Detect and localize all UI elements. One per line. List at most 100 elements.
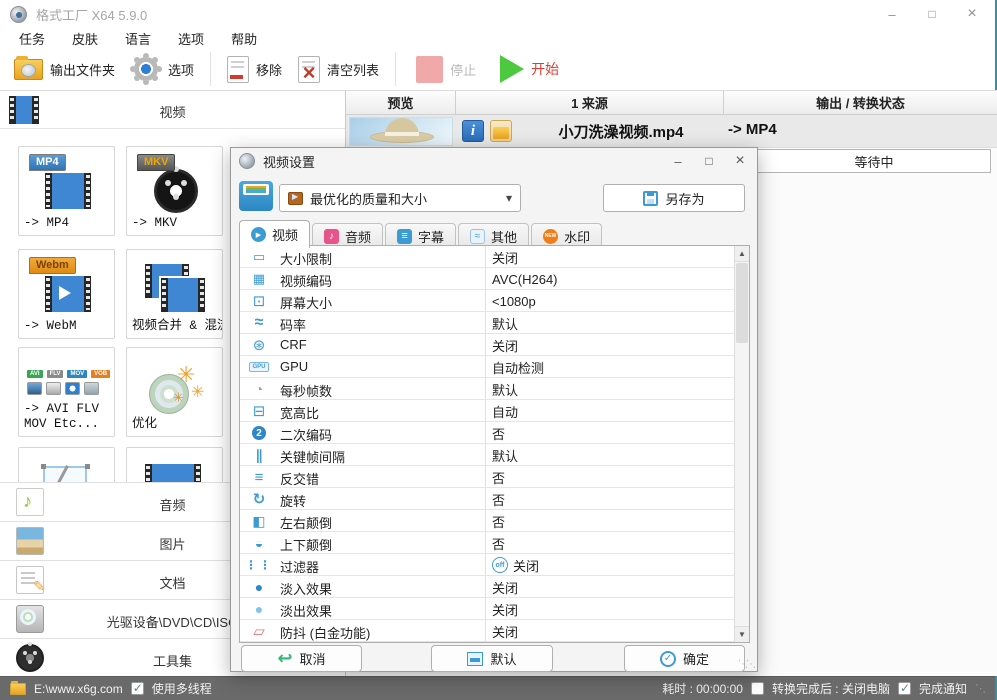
close-icon[interactable] — [959, 4, 985, 24]
waves-icon — [240, 312, 278, 334]
setting-row-flip-horizontal[interactable]: 左右颠倒 否 — [240, 510, 749, 532]
clear-list-label: 清空列表 — [327, 62, 380, 78]
card-to-mkv[interactable]: MKV -> MKV — [126, 146, 223, 236]
dialog-maximize-icon[interactable] — [700, 153, 718, 169]
setting-label: 屏幕大小 — [280, 296, 333, 311]
card-video-merge[interactable]: 视频合并 & 混流 — [126, 249, 223, 339]
setting-row-two-pass[interactable]: 二次编码 否 — [240, 422, 749, 444]
chevron-down-icon — [506, 189, 512, 207]
default-button[interactable]: 默认 — [431, 645, 553, 672]
setting-row-screen-size[interactable]: 屏幕大小 <1080p — [240, 290, 749, 312]
column-preview[interactable]: 预览 — [346, 91, 456, 114]
column-output-status[interactable]: 输出 / 转换状态 — [724, 91, 997, 114]
setting-row-deinterlace[interactable]: 反交错 否 — [240, 466, 749, 488]
quality-profile-select[interactable]: 最优化的质量和大小 — [279, 184, 521, 212]
output-folder-button[interactable]: 输出文件夹 — [10, 51, 119, 87]
avi-badge: AVI — [27, 370, 43, 378]
ok-button[interactable]: 确定 — [624, 645, 745, 672]
menu-help[interactable]: 帮助 — [231, 29, 257, 48]
setting-row-aspect-ratio[interactable]: 宽高比 自动 — [240, 400, 749, 422]
card-to-mp4[interactable]: MP4 -> MP4 — [18, 146, 115, 236]
scrollbar-thumb[interactable] — [736, 263, 748, 343]
dialog-resize-grip[interactable] — [738, 659, 754, 670]
card-to-avi-flv-mov[interactable]: AVI FLV MOV VOB -> AVI FLV MOV Etc... — [18, 347, 115, 437]
card-label: -> WebM — [24, 319, 77, 334]
card-optimize[interactable]: ✳ ✳ ✳ 优化 — [126, 347, 223, 437]
setting-row-bitrate[interactable]: 码率 默认 — [240, 312, 749, 334]
shutdown-checkbox[interactable] — [750, 682, 764, 695]
notify-checkbox[interactable] — [897, 681, 911, 695]
queue-row[interactable]: i 小刀洗澡视频.mp4 -> MP4 — [346, 115, 997, 148]
column-source[interactable]: 1 来源 — [456, 91, 724, 114]
card-partial[interactable] — [18, 447, 115, 482]
setting-row-crf[interactable]: CRF 关闭 — [240, 334, 749, 356]
setting-label: 关键帧间隔 — [280, 450, 346, 465]
media-info-icon[interactable]: i — [462, 120, 484, 142]
stabilizer-icon — [240, 620, 278, 642]
tab-label: 水印 — [564, 229, 591, 245]
thumbnail-hat-shape — [385, 132, 419, 136]
folder-icon — [14, 55, 43, 80]
setting-value: 默认 — [492, 316, 519, 332]
preview-thumbnail[interactable] — [349, 117, 453, 146]
setting-label: 大小限制 — [280, 252, 333, 267]
scrollbar[interactable] — [734, 246, 749, 642]
tab-video[interactable]: 视频 — [239, 220, 311, 248]
title-bar: 格式工厂 X64 5.9.0 — [0, 0, 995, 28]
setting-row-flip-vertical[interactable]: 上下颠倒 否 — [240, 532, 749, 554]
open-folder-icon[interactable] — [490, 120, 512, 142]
setting-row-video-encoder[interactable]: 视频编码 AVC(H264) — [240, 268, 749, 290]
status-badge: 等待中 — [757, 149, 991, 173]
setting-row-fade-in[interactable]: 淡入效果 关闭 — [240, 576, 749, 598]
setting-value: 否 — [492, 514, 506, 530]
queue-header: 预览 1 来源 输出 / 转换状态 — [346, 91, 997, 115]
setting-row-keyframe-interval[interactable]: 关键帧间隔 默认 — [240, 444, 749, 466]
maximize-icon[interactable] — [919, 4, 945, 24]
setting-row-fps[interactable]: 每秒帧数 默认 — [240, 378, 749, 400]
menu-skin[interactable]: 皮肤 — [72, 29, 98, 48]
sidebar-header-video[interactable]: 视频 — [0, 91, 345, 129]
menu-task[interactable]: 任务 — [19, 29, 45, 48]
setting-value: 否 — [492, 536, 506, 552]
toolbar-separator — [395, 52, 397, 86]
mp4-badge: MP4 — [29, 154, 66, 171]
ruler-icon — [240, 246, 278, 268]
save-as-button[interactable]: 另存为 — [603, 184, 745, 212]
tab-label: 其他 — [491, 229, 518, 245]
setting-row-fade-out[interactable]: 淡出效果 关闭 — [240, 598, 749, 620]
clear-list-button[interactable]: 清空列表 — [294, 51, 383, 87]
card-to-webm[interactable]: Webm -> WebM — [18, 249, 115, 339]
setting-row-filter[interactable]: 过滤器 关闭 — [240, 554, 749, 576]
menu-language[interactable]: 语言 — [125, 29, 151, 48]
menu-options[interactable]: 选项 — [178, 29, 204, 48]
scroll-up-icon[interactable] — [735, 246, 749, 262]
cancel-button[interactable]: 取消 — [241, 645, 362, 672]
stop-button[interactable]: 停止 — [412, 51, 480, 87]
setting-value: 否 — [492, 426, 506, 442]
setting-label: 淡出效果 — [280, 604, 333, 619]
dialog-close-icon[interactable] — [731, 153, 749, 169]
crf-icon — [240, 334, 278, 356]
card-label: -> MP4 — [24, 216, 70, 231]
vob-badge: VOB — [91, 370, 111, 378]
remove-button[interactable]: 移除 — [223, 51, 286, 87]
scroll-down-icon[interactable] — [735, 626, 749, 642]
multithread-checkbox[interactable] — [130, 681, 144, 695]
dialog-minimize-icon[interactable] — [669, 153, 687, 169]
resize-grip[interactable]: ⋱ — [975, 682, 986, 695]
setting-value: 否 — [492, 492, 506, 508]
play-icon — [59, 286, 71, 300]
options-button[interactable]: 选项 — [127, 51, 198, 87]
card-partial[interactable] — [126, 447, 223, 482]
setting-row-size-limit[interactable]: 大小限制 关闭 — [240, 246, 749, 268]
setting-label: 防抖 (白金功能) — [280, 626, 371, 641]
setting-row-stabilize[interactable]: 防抖 (白金功能) 关闭 — [240, 620, 749, 642]
setting-row-rotate[interactable]: 旋转 否 — [240, 488, 749, 510]
format-mini-badges: AVI FLV MOV VOB — [27, 370, 111, 378]
start-button[interactable]: 开始 — [496, 51, 563, 87]
setting-value: AVC(H264) — [492, 271, 558, 287]
folder-icon[interactable] — [10, 680, 26, 695]
setting-label: 二次编码 — [280, 428, 333, 443]
minimize-icon[interactable] — [879, 4, 905, 24]
setting-row-gpu[interactable]: GPU 自动检测 — [240, 356, 749, 378]
